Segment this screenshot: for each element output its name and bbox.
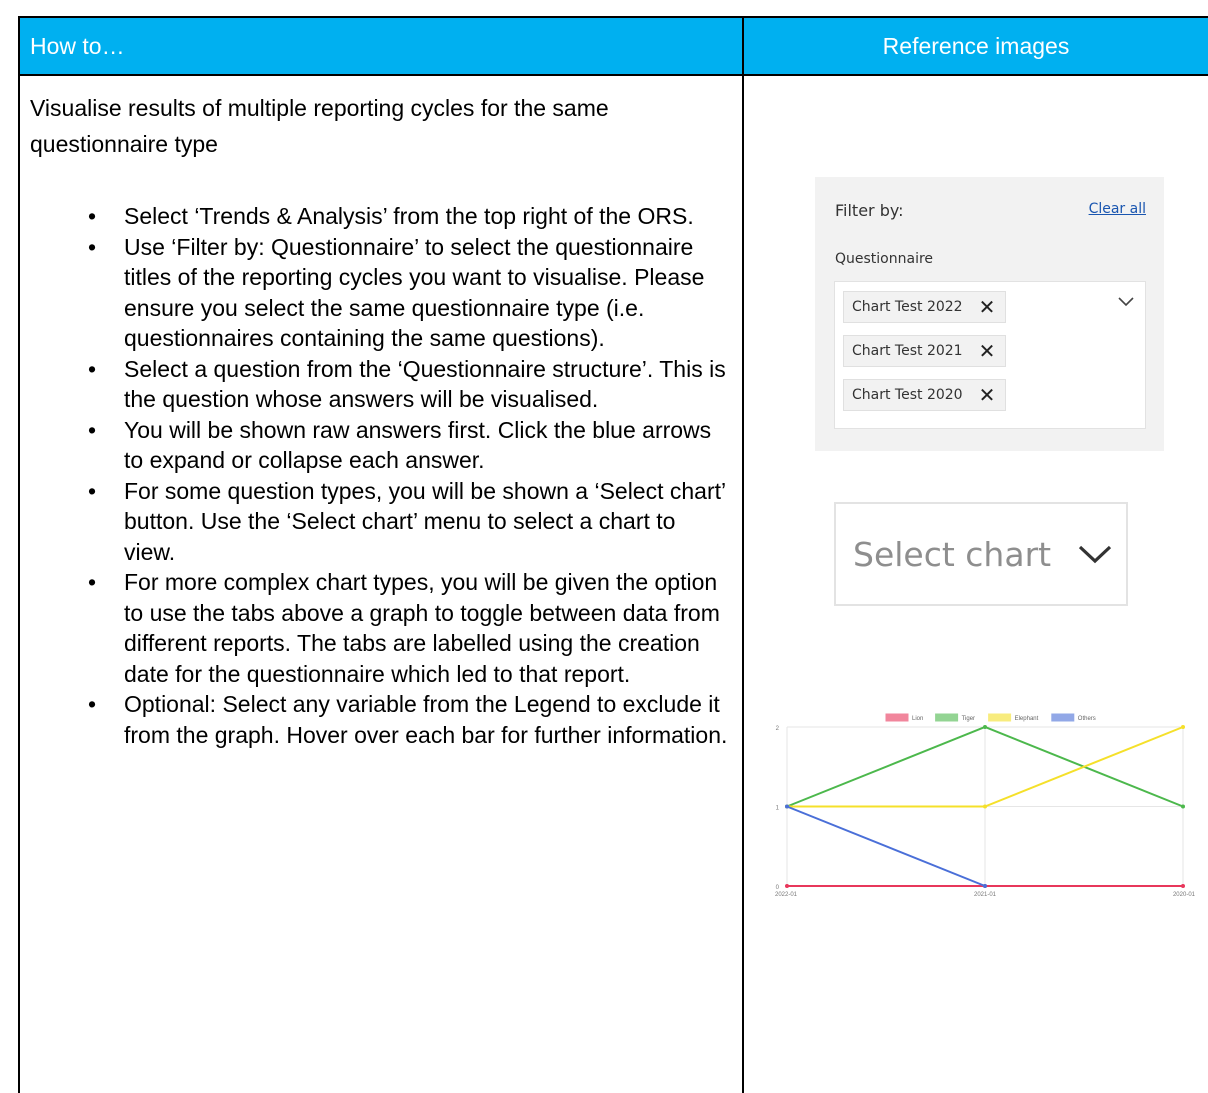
list-item: • For more complex chart types, you will …: [30, 567, 730, 689]
bullet-icon: •: [88, 355, 97, 382]
questionnaire-label: Questionnaire: [835, 251, 934, 267]
header-reference-images: Reference images: [744, 18, 1208, 74]
filter-by-label: Filter by:: [835, 201, 904, 220]
legend-swatch: [935, 713, 959, 722]
tag-label: Chart Test 2021: [852, 343, 963, 359]
y-tick-label: 2: [776, 726, 780, 732]
series-line: [786, 805, 986, 887]
legend-swatch: [885, 713, 909, 722]
tag-label: Chart Test 2022: [852, 299, 963, 315]
x-tick-label: 2021-01: [974, 892, 997, 898]
close-icon[interactable]: ✕: [979, 385, 996, 405]
data-point: [1181, 804, 1185, 809]
legend-swatch: [988, 713, 1012, 722]
bullet-icon: •: [88, 203, 97, 229]
questionnaire-multiselect[interactable]: Chart Test 2022 ✕ Chart Test 2021 ✕ Char…: [834, 281, 1146, 429]
legend-label: Lion: [912, 716, 923, 722]
table-border-left: [18, 16, 20, 1093]
instruction-list: • Select ‘Trends & Analysis’ from the top…: [30, 201, 730, 750]
y-tick-label: 0: [776, 885, 780, 891]
x-tick-label: 2022-01: [775, 892, 798, 898]
bullet-icon: •: [88, 477, 97, 504]
close-icon[interactable]: ✕: [979, 297, 996, 317]
list-item-text: Use ‘Filter by: Questionnaire’ to select…: [124, 233, 705, 352]
questionnaire-tag: Chart Test 2022 ✕: [843, 291, 1007, 323]
legend-swatch: [1051, 713, 1075, 722]
list-item-text: Optional: Select any variable from the L…: [124, 691, 728, 748]
trend-line-chart: 0 1 2 2022-01 2021-01 2020-01 Lion Tiger Elephan…: [775, 713, 1196, 898]
list-item-text: Select a question from the ‘Questionnair…: [124, 355, 726, 413]
close-icon[interactable]: ✕: [979, 341, 996, 361]
legend-label: Tiger: [962, 716, 975, 722]
section-title: Visualise results of multiple reporting …: [30, 95, 609, 157]
chevron-down-icon: [1079, 545, 1112, 564]
legend-label: Elephant: [1015, 716, 1039, 722]
data-point: [983, 804, 987, 809]
bullet-icon: •: [88, 416, 97, 443]
questionnaire-tag: Chart Test 2021 ✕: [843, 335, 1007, 367]
bullet-icon: •: [88, 691, 97, 717]
tag-label: Chart Test 2020: [852, 387, 963, 403]
legend-label: Others: [1078, 716, 1096, 722]
bullet-icon: •: [88, 233, 97, 260]
data-point: [785, 884, 789, 888]
list-item: • Select ‘Trends & Analysis’ from the top…: [30, 201, 730, 232]
list-item: • Select a question from the ‘Questionnai…: [30, 354, 730, 415]
list-item-text: For more complex chart types, you will b…: [124, 569, 720, 687]
list-item-text: You will be shown raw answers first. Cli…: [124, 416, 712, 474]
table-column-divider: [742, 16, 744, 1093]
chevron-down-icon[interactable]: [1117, 296, 1135, 308]
data-point: [983, 725, 987, 729]
select-chart-button[interactable]: Select chart: [834, 502, 1128, 606]
header-reference-images-text: Reference images: [882, 32, 1070, 59]
list-item-text: For some question types, you will be sho…: [124, 477, 726, 565]
list-item: • Optional: Select any variable from the …: [30, 689, 730, 750]
header-how-to-text: How to…: [30, 32, 125, 59]
clear-all-link[interactable]: Clear all: [1089, 201, 1146, 217]
list-item: • Use ‘Filter by: Questionnaire’ to selec…: [30, 232, 730, 354]
questionnaire-tag: Chart Test 2020 ✕: [843, 379, 1007, 411]
filter-panel: Filter by: Clear all Questionnaire Chart…: [815, 177, 1164, 451]
header-how-to: How to…: [20, 18, 742, 74]
data-point: [1181, 884, 1185, 888]
list-item: • You will be shown raw answers first. Cl…: [30, 415, 730, 476]
bullet-icon: •: [88, 569, 97, 595]
y-tick-label: 1: [776, 806, 780, 812]
list-item: • For some question types, you will be sh…: [30, 476, 730, 568]
data-point: [1181, 725, 1185, 729]
select-chart-label: Select chart: [853, 534, 1052, 574]
table-header-divider: [18, 74, 1208, 76]
list-item-text: Select ‘Trends & Analysis’ from the top …: [124, 203, 694, 229]
x-tick-label: 2020-01: [1173, 892, 1196, 898]
data-point: [785, 804, 789, 809]
data-point: [983, 884, 987, 888]
